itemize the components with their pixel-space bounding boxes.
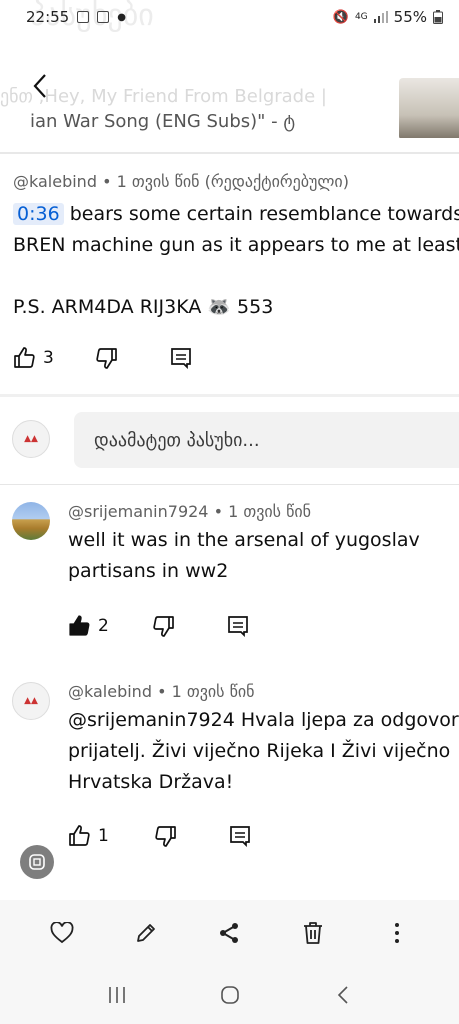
- comment-line: 0:36 bears some certain resemblance towa…: [13, 199, 459, 230]
- reply-button[interactable]: [229, 825, 251, 847]
- system-nav-bar: [0, 966, 459, 1024]
- edit-button[interactable]: [133, 920, 159, 946]
- video-thumbnail[interactable]: [399, 78, 459, 138]
- comment: @kalebind • 1 თვის წინ @srijemanin7924 H…: [68, 682, 459, 798]
- divider: [0, 484, 459, 485]
- share-icon: [220, 923, 239, 943]
- recent-apps-icon: [108, 987, 125, 1003]
- thumbs-down-icon: [153, 616, 174, 637]
- comment-author[interactable]: @srijemanin7924: [68, 502, 208, 521]
- comment-meta: @srijemanin7924 • 1 თვის წინ: [68, 502, 312, 521]
- favorite-button[interactable]: [49, 920, 75, 946]
- like-count: 1: [98, 826, 109, 846]
- thumbs-down-icon: [96, 348, 117, 369]
- share-button[interactable]: [216, 920, 242, 946]
- battery-icon: [433, 10, 443, 24]
- avatar[interactable]: ▲▲: [12, 682, 50, 720]
- reply-button[interactable]: [170, 347, 192, 369]
- like-button[interactable]: 3: [13, 346, 54, 370]
- comment-actions: 2: [68, 614, 249, 638]
- comment-blank-line: [13, 261, 459, 292]
- status-time: 22:55: [26, 8, 70, 26]
- network-label: 4G: [354, 12, 368, 22]
- comment-line: Hrvatska Država!: [68, 771, 234, 793]
- comment-line: well it was in the arsenal of yugoslav: [68, 529, 420, 551]
- avatar-logo: ▲▲: [24, 696, 38, 706]
- timestamp-link[interactable]: 0:36: [13, 203, 64, 225]
- thumbs-up-icon: [69, 615, 90, 636]
- gallery-icon: [77, 11, 90, 23]
- video-title-line1: ენთ ,Hey, My Friend From Belgrade |: [0, 86, 327, 107]
- avatar: ▲▲: [12, 420, 50, 458]
- trash-icon: [304, 922, 323, 944]
- like-count: 2: [98, 616, 109, 636]
- video-title-line2: ian War Song (ENG Subs)" - ტ: [30, 111, 296, 132]
- video-header: ენთ ,Hey, My Friend From Belgrade | ian …: [0, 34, 459, 138]
- comment-author[interactable]: @kalebind: [13, 172, 97, 191]
- recent-apps-button[interactable]: [104, 982, 130, 1008]
- comment-line: @srijemanin7924 Hvala ljepa za odgovor,: [68, 709, 459, 731]
- avatar[interactable]: [12, 502, 50, 540]
- dot-icon: ●: [117, 11, 126, 23]
- avatar-logo: ▲▲: [24, 434, 38, 444]
- back-button[interactable]: [22, 68, 58, 104]
- comment-icon: [227, 616, 248, 637]
- comment-icon: [170, 348, 191, 369]
- pencil-icon: [136, 924, 155, 942]
- comment: @kalebind • 1 თვის წინ (რედაქტირებული) 0…: [13, 172, 459, 323]
- reply-button[interactable]: [227, 615, 249, 637]
- dislike-button[interactable]: [151, 614, 175, 638]
- comment-line: prijatelj. Živi viječno Rijeka I Živi vi…: [68, 740, 451, 762]
- comment-meta: @kalebind • 1 თვის წინ: [68, 682, 255, 701]
- comment: @srijemanin7924 • 1 თვის წინ well it was…: [68, 502, 420, 587]
- thumbs-up-icon: [69, 825, 90, 846]
- comment-actions: 1: [68, 824, 251, 848]
- signal-icon: [373, 11, 388, 23]
- comment-icon: [229, 826, 250, 847]
- like-count: 3: [43, 348, 54, 368]
- more-vertical-icon: [395, 923, 400, 943]
- mute-icon: 🔇: [332, 9, 349, 25]
- comment-line: BREN machine gun as it appears to me at …: [13, 234, 459, 256]
- status-bar: 22:55 ● 🔇 4G 55%: [0, 0, 459, 34]
- comment-meta: @kalebind • 1 თვის წინ (რედაქტირებული): [13, 172, 349, 191]
- back-icon: [337, 986, 348, 1004]
- home-icon: [220, 986, 239, 1004]
- reply-placeholder: დაამატეთ პასუხი...: [94, 429, 260, 451]
- chevron-left-icon: [33, 74, 46, 98]
- bottom-toolbar: [0, 900, 459, 966]
- comment-time: 1 თვის წინ: [171, 682, 255, 701]
- dislike-button[interactable]: [94, 346, 118, 370]
- screenshot-fab[interactable]: [20, 845, 54, 879]
- image-icon: [97, 11, 110, 23]
- thumbs-down-icon: [155, 826, 176, 847]
- reply-input[interactable]: დაამატეთ პასუხი...: [74, 412, 459, 468]
- battery-percent: 55%: [393, 8, 427, 26]
- reply-row: ▲▲ დაამატეთ პასუხი...: [0, 404, 459, 476]
- section-divider: [0, 394, 459, 397]
- screenshot-icon: [29, 854, 45, 870]
- comment-time: 1 თვის წინ: [228, 502, 312, 521]
- dislike-button[interactable]: [153, 824, 177, 848]
- comment-time: 1 თვის წინ (რედაქტირებული): [116, 172, 349, 191]
- system-back-button[interactable]: [330, 982, 356, 1008]
- comment-text: bears some certain resemblance towards: [63, 203, 459, 225]
- more-options-button[interactable]: [384, 920, 410, 946]
- thumbs-up-icon: [14, 347, 35, 368]
- heart-icon: [50, 922, 74, 944]
- comment-actions: 3: [13, 346, 192, 370]
- delete-button[interactable]: [300, 920, 326, 946]
- comment-author[interactable]: @kalebind: [68, 682, 152, 701]
- like-button[interactable]: 1: [68, 824, 109, 848]
- comment-line: P.S. ARM4DA RIJ3KA 🦝 553: [13, 296, 274, 318]
- home-button[interactable]: [217, 982, 243, 1008]
- header-divider: [0, 152, 459, 154]
- comment-line: partisans in ww2: [68, 560, 229, 582]
- like-button[interactable]: 2: [68, 614, 109, 638]
